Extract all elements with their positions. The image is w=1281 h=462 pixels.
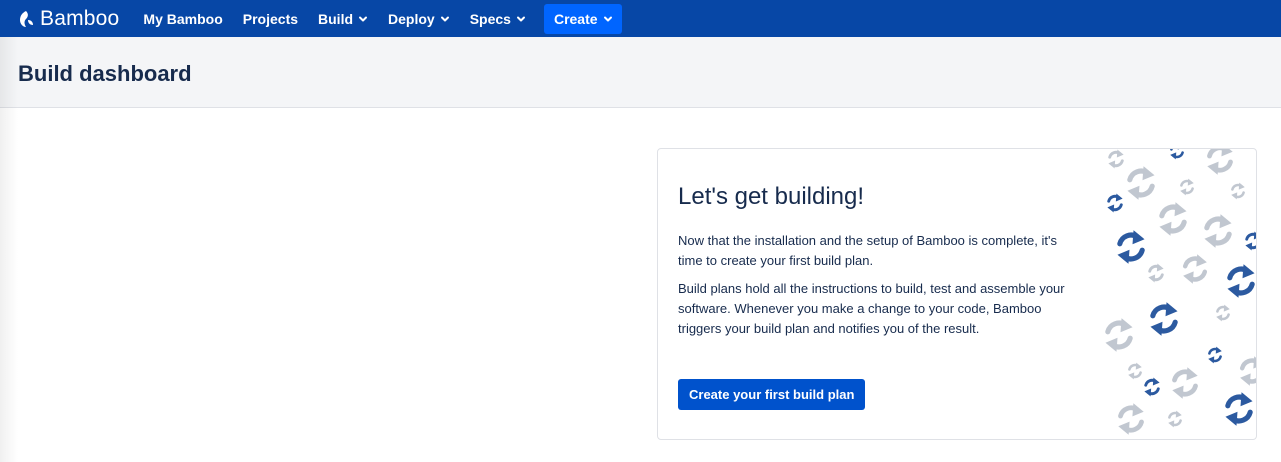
card-heading: Let's get building!: [678, 183, 865, 210]
nav-label: My Bamboo: [143, 10, 223, 27]
logo-text: Bamboo: [40, 6, 120, 30]
build-refresh-icon: [1242, 358, 1257, 385]
chevron-down-icon: [359, 16, 368, 21]
chevron-down-icon: [516, 16, 525, 21]
build-refresh-icon: [1227, 394, 1251, 424]
build-refresh-icon: [1169, 149, 1185, 160]
card-intro-text: Now that the installation and the setup …: [678, 233, 1057, 268]
build-refresh-icon: [1106, 193, 1124, 213]
build-refresh-icon: [1119, 232, 1143, 262]
build-refresh-icon: [1143, 377, 1161, 397]
getting-started-card: Let's get building! Now that the install…: [657, 148, 1257, 440]
build-refresh-icon: [1244, 231, 1256, 251]
nav-label: Deploy: [388, 10, 435, 27]
build-refresh-icon: [1230, 182, 1246, 200]
chevron-down-icon: [440, 16, 449, 21]
build-refresh-icon: [1120, 405, 1143, 434]
nav-label: Build: [318, 10, 354, 27]
build-refresh-icon-pattern: [1095, 149, 1256, 439]
build-refresh-icon: [1174, 369, 1197, 398]
chevron-down-icon: [603, 16, 612, 21]
build-refresh-icon: [1215, 304, 1231, 322]
nav-label: Projects: [242, 10, 299, 27]
build-refresh-icon: [1107, 149, 1125, 169]
build-refresh-icon: [1152, 304, 1176, 334]
build-refresh-icon: [1129, 168, 1153, 198]
create-button[interactable]: Create: [543, 3, 622, 34]
create-button-label: Create: [553, 10, 598, 27]
build-refresh-icon: [1206, 216, 1230, 246]
nav-projects[interactable]: Projects: [233, 0, 308, 37]
card-description-text: Build plans hold all the instructions to…: [678, 281, 1065, 336]
nav-build[interactable]: Build: [308, 0, 378, 37]
build-refresh-icon: [1107, 320, 1131, 350]
build-refresh-icon: [1147, 263, 1165, 283]
build-refresh-icon: [1207, 346, 1223, 364]
create-first-build-plan-button[interactable]: Create your first build plan: [678, 379, 866, 410]
bamboo-logo[interactable]: Bamboo: [16, 0, 119, 37]
build-refresh-icon: [1209, 149, 1232, 173]
build-refresh-icon: [1229, 266, 1253, 296]
build-refresh-icon: [1127, 362, 1143, 380]
build-refresh-icon: [1179, 178, 1195, 196]
build-refresh-icon: [1161, 204, 1185, 234]
nav-deploy[interactable]: Deploy: [378, 0, 460, 37]
page-title: Build dashboard: [18, 61, 192, 86]
nav-specs[interactable]: Specs: [460, 0, 536, 37]
build-refresh-icon: [1185, 256, 1206, 283]
nav-my-bamboo[interactable]: My Bamboo: [133, 0, 232, 37]
page-header: Build dashboard: [0, 37, 1281, 108]
nav-label: Specs: [469, 10, 511, 27]
build-refresh-icon: [1167, 410, 1183, 428]
bamboo-logo-icon: [20, 10, 33, 27]
top-navigation-bar: Bamboo My Bamboo Projects Build Deploy S…: [0, 0, 1281, 37]
